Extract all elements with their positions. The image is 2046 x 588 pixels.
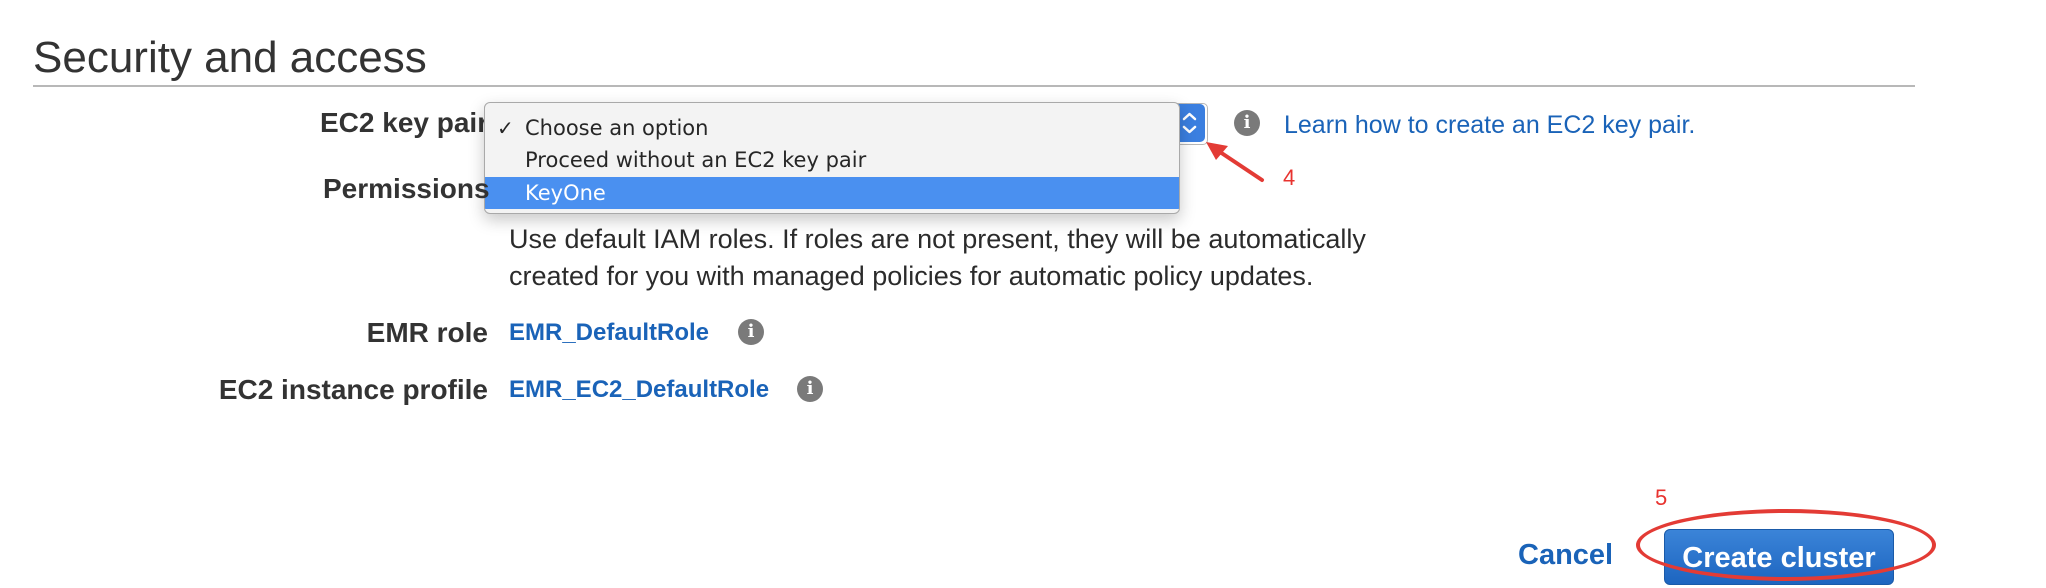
annotation-step-4: 4 [1283, 165, 1296, 190]
dropdown-option-proceed-without[interactable]: Proceed without an EC2 key pair [485, 144, 1179, 176]
dropdown-option-keyone[interactable]: KeyOne [485, 177, 1179, 209]
permissions-description-line-1: Use default IAM roles. If roles are not … [509, 224, 1366, 254]
info-icon[interactable]: i [797, 376, 823, 402]
option-label: Choose an option [525, 116, 709, 140]
option-label: KeyOne [525, 181, 606, 205]
annotation-step-5: 5 [1655, 485, 1668, 510]
emr-role-link[interactable]: EMR_DefaultRole [509, 318, 709, 348]
emr-role-label: EMR role [366, 317, 488, 348]
annotation-arrow-icon [1206, 142, 1264, 182]
dropdown-option-choose[interactable]: ✓ Choose an option [485, 112, 1179, 144]
section-divider [33, 85, 1915, 87]
info-icon[interactable]: i [1234, 110, 1260, 136]
annotation-highlight-ellipse [1636, 509, 1936, 581]
ec2-key-pair-label: EC2 key pair [320, 107, 489, 138]
ec2-instance-profile-label: EC2 instance profile [218, 374, 488, 405]
section-title: Security and access [33, 33, 427, 82]
permissions-label: Permissions [323, 173, 490, 204]
check-icon: ✓ [497, 116, 514, 140]
learn-ec2-key-pair-link[interactable]: Learn how to create an EC2 key pair. [1284, 110, 1695, 140]
permissions-description: Use default IAM roles. If roles are not … [509, 221, 1469, 295]
cancel-button[interactable]: Cancel [1518, 537, 1613, 573]
info-icon[interactable]: i [738, 319, 764, 345]
permissions-description-line-2: created for you with managed policies fo… [509, 261, 1314, 291]
ec2-instance-profile-link[interactable]: EMR_EC2_DefaultRole [509, 375, 769, 405]
ec2-key-pair-dropdown[interactable]: ✓ Choose an option Proceed without an EC… [484, 102, 1180, 214]
option-label: Proceed without an EC2 key pair [525, 148, 867, 172]
